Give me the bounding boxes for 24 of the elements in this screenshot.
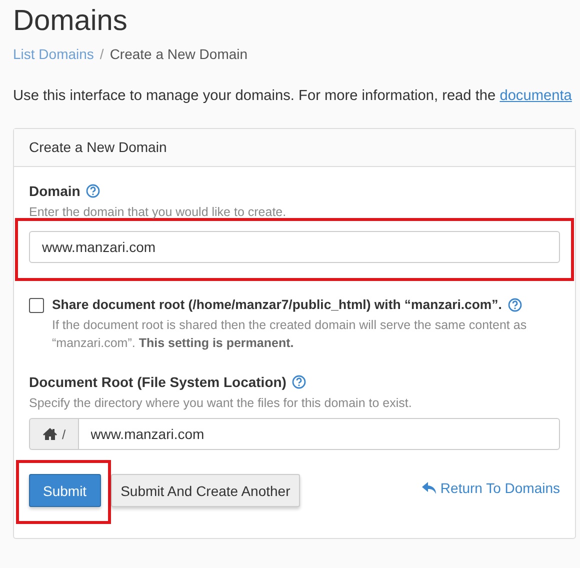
help-icon[interactable] — [508, 298, 522, 312]
submit-button[interactable]: Submit — [29, 474, 101, 507]
field-hint: Enter the domain that you would like to create. — [29, 204, 288, 220]
field-label: Document Root (File System Location) — [29, 373, 286, 392]
return-link[interactable]: Return To Domains — [422, 480, 560, 496]
path-prefix: / — [62, 426, 66, 442]
page-title: Domains — [13, 4, 128, 39]
domain-input[interactable]: www.manzari.com — [29, 231, 560, 263]
help-text: If the document root is shared then the created domain will serve the same content as “manzari.com”. This setting is permanent. — [52, 317, 528, 352]
field-label: Domain — [29, 182, 80, 201]
home-icon — [42, 427, 58, 441]
documentation-link[interactable]: documenta — [500, 88, 572, 104]
help-icon[interactable] — [292, 375, 306, 389]
checkbox-label: Share document root (/home/manzar7/public_html) with “manzari.com”. — [52, 296, 502, 314]
checkbox[interactable] — [29, 298, 44, 313]
breadcrumb-current: Create a New Domain — [110, 45, 248, 64]
help-icon[interactable] — [86, 184, 100, 198]
breadcrumb-separator: / — [100, 45, 104, 64]
panel-title: Create a New Domain — [29, 139, 167, 155]
submit-another-button[interactable]: Submit And Create Another — [110, 474, 300, 507]
reply-arrow-icon — [422, 482, 436, 494]
breadcrumb-link[interactable]: List Domains — [13, 44, 94, 64]
field-hint: Specify the directory where you want the files for this domain to exist. — [29, 395, 413, 411]
document-root-input[interactable]: www.manzari.com — [78, 418, 560, 450]
